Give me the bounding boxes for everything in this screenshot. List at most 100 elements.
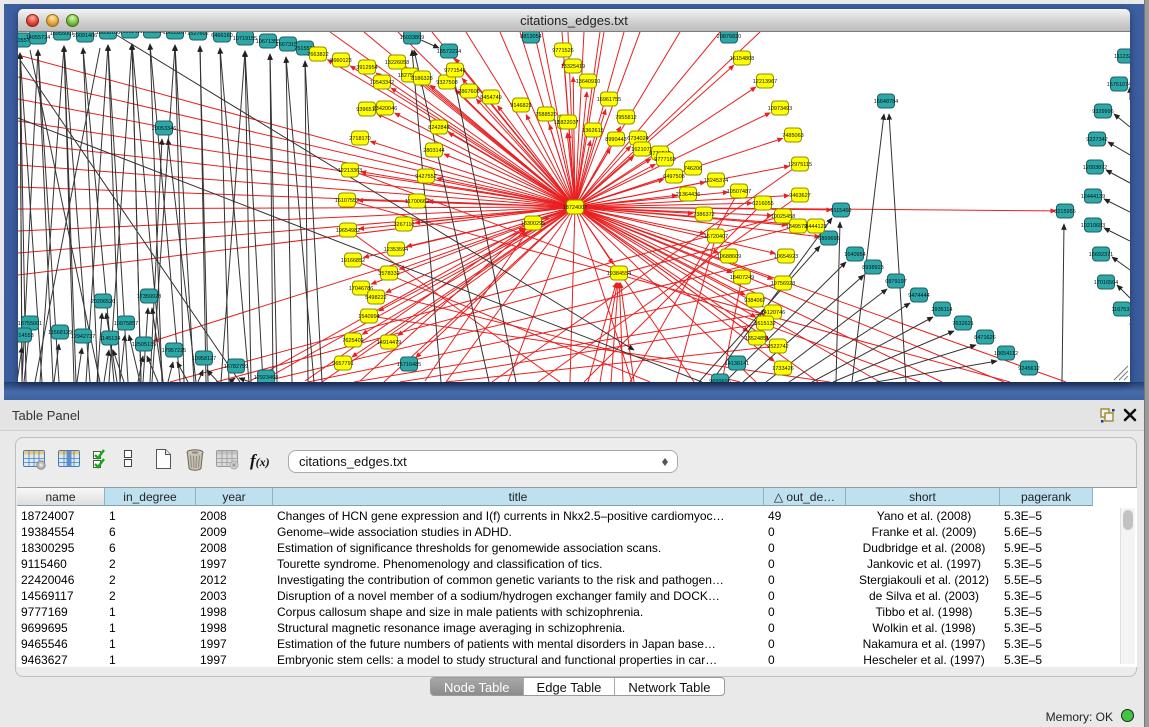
svg-text:9657791: 9657791 [332, 361, 353, 367]
svg-text:2803144: 2803144 [423, 148, 444, 154]
svg-text:1362615: 1362615 [582, 128, 603, 134]
svg-text:12975115: 12975115 [788, 162, 812, 168]
svg-text:7625402: 7625402 [342, 338, 363, 344]
svg-text:12213363: 12213363 [338, 168, 362, 174]
svg-text:11700662: 11700662 [405, 199, 429, 205]
svg-text:1822037: 1822037 [557, 120, 578, 126]
svg-text:17016504: 17016504 [1094, 280, 1118, 286]
svg-text:9777169: 9777169 [654, 157, 675, 163]
svg-text:23420046: 23420046 [373, 106, 397, 112]
svg-text:9327508: 9327508 [436, 80, 457, 86]
svg-text:1640954: 1640954 [844, 252, 865, 258]
svg-text:7632621: 7632621 [952, 321, 973, 327]
svg-text:12923468: 12923468 [254, 375, 278, 381]
svg-text:9384067: 9384067 [744, 298, 765, 304]
svg-text:2522742: 2522742 [767, 344, 788, 350]
svg-text:2867608: 2867608 [458, 89, 479, 95]
svg-text:6466160: 6466160 [211, 33, 232, 39]
svg-text:2935114: 2935114 [931, 307, 952, 313]
svg-text:9474444: 9474444 [908, 293, 929, 299]
svg-text:19654982: 19654982 [336, 228, 360, 234]
svg-text:20091406: 20091406 [73, 33, 97, 39]
svg-text:20053346: 20053346 [152, 126, 176, 132]
svg-text:16033809: 16033809 [400, 35, 424, 41]
svg-text:5498222: 5498222 [365, 295, 386, 301]
svg-text:13325419: 13325419 [561, 64, 585, 70]
svg-text:14120746: 14120746 [761, 310, 785, 316]
svg-text:17957225: 17957225 [162, 348, 186, 354]
svg-text:2718170: 2718170 [349, 136, 370, 142]
svg-text:9245612: 9245612 [1018, 366, 1039, 372]
svg-text:6879197: 6879197 [885, 279, 906, 285]
svg-text:10975857: 10975857 [114, 321, 138, 327]
svg-text:20206526: 20206526 [91, 299, 115, 305]
svg-text:16653338: 16653338 [140, 32, 164, 35]
svg-text:6216055: 6216055 [752, 201, 773, 207]
svg-text:8938923: 8938923 [862, 265, 883, 271]
svg-text:8454749: 8454749 [480, 95, 501, 101]
svg-text:19166852: 19166852 [341, 258, 365, 264]
svg-text:7663822: 7663822 [307, 52, 328, 58]
svg-text:1167533: 1167533 [1111, 307, 1130, 313]
svg-text:16782759: 16782759 [224, 364, 248, 370]
svg-text:10654923: 10654923 [774, 254, 798, 260]
svg-text:8813054: 8813054 [520, 34, 541, 40]
svg-text:13524851: 13524851 [745, 336, 769, 342]
svg-text:14136141: 14136141 [725, 361, 749, 367]
svg-text:10688609: 10688609 [717, 254, 741, 260]
svg-text:8186328: 8186328 [411, 76, 432, 82]
svg-text:13640910: 13640910 [576, 79, 600, 85]
svg-text:10719155: 10719155 [233, 36, 257, 42]
svg-text:8471626: 8471626 [974, 335, 995, 341]
svg-text:8990443: 8990443 [605, 137, 626, 143]
svg-text:18407249: 18407249 [730, 275, 754, 281]
svg-text:11568129: 11568129 [48, 330, 72, 336]
svg-text:13226058: 13226058 [385, 60, 409, 66]
svg-text:8660123: 8660123 [330, 58, 351, 64]
svg-text:18955001: 18955001 [50, 32, 74, 37]
svg-text:9146821: 9146821 [510, 103, 531, 109]
svg-text:21364436: 21364436 [676, 192, 700, 198]
svg-text:10655267: 10655267 [163, 32, 187, 36]
svg-text:19756928: 19756928 [771, 281, 795, 287]
svg-text:13245374: 13245374 [704, 178, 728, 184]
svg-text:16858108: 16858108 [96, 32, 120, 36]
svg-text:18724007: 18724007 [563, 205, 587, 211]
svg-text:15692371: 15692371 [1089, 252, 1113, 258]
svg-text:12353594: 12353594 [384, 247, 408, 253]
svg-text:1145134: 1145134 [99, 336, 120, 342]
svg-text:9699695: 9699695 [709, 379, 730, 382]
svg-text:20876820: 20876820 [717, 34, 741, 40]
svg-text:8215955: 8215955 [1054, 209, 1075, 215]
svg-text:10543342: 10543342 [370, 80, 394, 86]
svg-text:1527602: 1527602 [187, 32, 208, 37]
svg-text:12213967: 12213967 [753, 79, 777, 85]
svg-text:10654112: 10654112 [994, 351, 1018, 357]
svg-text:11123251: 11123251 [1114, 54, 1130, 60]
svg-text:6734024: 6734024 [627, 136, 648, 142]
svg-text:12505135: 12505135 [132, 342, 156, 348]
svg-text:1540994: 1540994 [358, 314, 379, 320]
svg-text:746206: 746206 [684, 166, 702, 172]
svg-text:10507487: 10507487 [727, 189, 751, 195]
svg-text:10958127: 10958127 [192, 356, 216, 362]
svg-text:7485063: 7485063 [782, 133, 803, 139]
svg-text:9771526: 9771526 [552, 48, 573, 54]
svg-text:7955812: 7955812 [615, 115, 636, 121]
svg-text:9605212: 9605212 [119, 32, 140, 35]
svg-text:1615132: 1615132 [754, 321, 775, 327]
svg-text:16154808: 16154808 [730, 56, 754, 62]
svg-text:14914479: 14914479 [377, 340, 401, 346]
svg-text:17359928: 17359928 [137, 294, 161, 300]
svg-text:9115460: 9115460 [830, 208, 851, 214]
svg-text:14055724: 14055724 [26, 35, 50, 41]
svg-text:15720407: 15720407 [704, 234, 728, 240]
svg-text:12444139: 12444139 [1081, 194, 1105, 200]
svg-text:6899695: 6899695 [818, 236, 839, 242]
svg-text:10210683: 10210683 [1081, 223, 1105, 229]
svg-text:1733426: 1733426 [772, 366, 793, 372]
svg-text:9227342: 9227342 [1086, 137, 1107, 143]
svg-text:8242848: 8242848 [428, 125, 449, 131]
svg-text:19384554: 19384554 [607, 271, 631, 277]
svg-text:15716485: 15716485 [397, 362, 421, 368]
